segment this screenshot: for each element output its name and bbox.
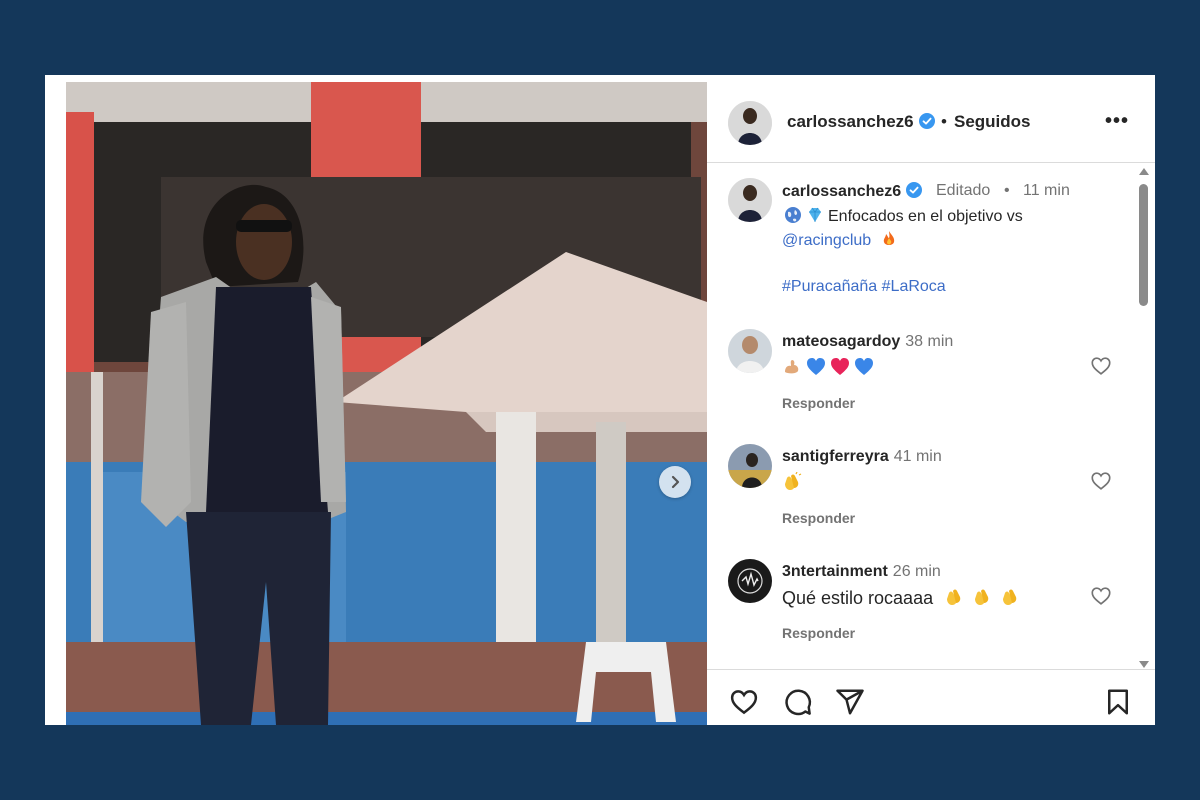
caption-username-text[interactable]: carlossanchez6 xyxy=(782,183,901,200)
author-avatar[interactable] xyxy=(728,101,772,145)
comment-item: mateosagardoy 38 min Responder xyxy=(707,329,1137,439)
heart-icon[interactable] xyxy=(1090,355,1112,377)
comment-time: 38 min xyxy=(905,333,954,350)
comment-text xyxy=(782,472,806,494)
comment-item: santigferreyra 41 min Responder xyxy=(707,444,1137,554)
clapping-hands-icon xyxy=(1003,589,1017,605)
caption-avatar[interactable] xyxy=(728,178,772,222)
mention-link[interactable]: @racingclub xyxy=(782,232,871,249)
red-heart-icon xyxy=(831,358,849,375)
scroll-down-arrow[interactable] xyxy=(1139,661,1149,668)
clapping-hands-icon xyxy=(947,589,961,605)
separator-dot: • xyxy=(941,112,947,131)
next-arrow-icon xyxy=(671,475,680,489)
comment-time: 26 min xyxy=(892,563,941,580)
comment-username-text[interactable]: mateosagardoy xyxy=(782,333,900,350)
comment-item: 3ntertainment 26 min Qué estilo rocaaaa R… xyxy=(707,559,1137,669)
follow-status-button[interactable]: Seguidos xyxy=(954,112,1031,132)
comment-username[interactable]: santigferreyra 41 min xyxy=(782,448,942,466)
blue-heart-icon xyxy=(807,358,825,375)
flexed-biceps-icon xyxy=(785,360,799,374)
hashtag-link[interactable]: #LaRoca xyxy=(882,278,946,295)
globe-icon xyxy=(785,207,801,223)
scroll-up-arrow[interactable] xyxy=(1139,168,1149,175)
next-photo-button[interactable] xyxy=(659,466,691,498)
fire-icon xyxy=(883,231,894,245)
author-username-text[interactable]: carlossanchez6 xyxy=(787,112,914,131)
comments-scrollbar[interactable] xyxy=(1137,168,1151,668)
reply-button[interactable]: Responder xyxy=(782,395,855,411)
comment-username-text[interactable]: 3ntertainment xyxy=(782,563,888,580)
caption-username[interactable]: carlossanchez6 xyxy=(782,182,923,201)
hashtag-link[interactable]: #Puracañaña xyxy=(782,278,877,295)
comment-username[interactable]: 3ntertainment 26 min xyxy=(782,563,941,581)
separator-dot: • xyxy=(1004,182,1010,199)
clapping-hands-icon xyxy=(785,472,802,490)
comment-time: 41 min xyxy=(893,448,942,465)
comments-scroll-area[interactable]: carlossanchez6 Editado • 11 min Enfocado… xyxy=(707,163,1155,669)
bookmark-icon[interactable] xyxy=(1103,687,1133,717)
caption-text: Enfocados en el objetivo vs xyxy=(784,206,1023,226)
comment-text: Qué estilo rocaaaa xyxy=(782,587,1024,609)
diamond-icon xyxy=(809,207,821,222)
heart-icon[interactable] xyxy=(1090,585,1112,607)
post-side-panel: carlossanchez6 • Seguidos ••• carlossanc… xyxy=(707,82,1155,725)
like-heart-icon[interactable] xyxy=(728,687,760,717)
comment-icon[interactable] xyxy=(783,687,813,717)
post-header: carlossanchez6 • Seguidos ••• xyxy=(707,82,1155,163)
comment-text-content: Qué estilo rocaaaa xyxy=(782,588,934,608)
heart-icon[interactable] xyxy=(1090,470,1112,492)
caption-line-1: Enfocados en el objetivo vs xyxy=(828,208,1023,225)
share-icon[interactable] xyxy=(835,687,865,717)
more-options-button[interactable]: ••• xyxy=(1105,111,1129,131)
edited-label: Editado xyxy=(936,182,991,199)
verified-badge-icon xyxy=(906,182,923,198)
verified-badge-icon xyxy=(918,113,935,129)
caption-time: 11 min xyxy=(1023,182,1070,199)
comment-text xyxy=(782,357,878,379)
reply-button[interactable]: Responder xyxy=(782,510,855,526)
post-actions-bar xyxy=(707,669,1155,726)
author-username[interactable]: carlossanchez6 xyxy=(787,112,935,132)
reply-button[interactable]: Responder xyxy=(782,625,855,641)
comment-avatar[interactable] xyxy=(728,329,772,373)
scroll-thumb[interactable] xyxy=(1139,184,1148,306)
blue-heart-icon xyxy=(855,358,873,375)
caption-hashtags: #Puracañaña #LaRoca xyxy=(782,278,946,296)
post-photo xyxy=(66,82,707,725)
comment-username[interactable]: mateosagardoy 38 min xyxy=(782,333,953,351)
clapping-hands-icon xyxy=(975,589,989,605)
comment-avatar[interactable] xyxy=(728,559,772,603)
comment-username-text[interactable]: santigferreyra xyxy=(782,448,889,465)
caption-mention-line: @racingclub xyxy=(782,230,902,250)
comment-avatar[interactable] xyxy=(728,444,772,488)
